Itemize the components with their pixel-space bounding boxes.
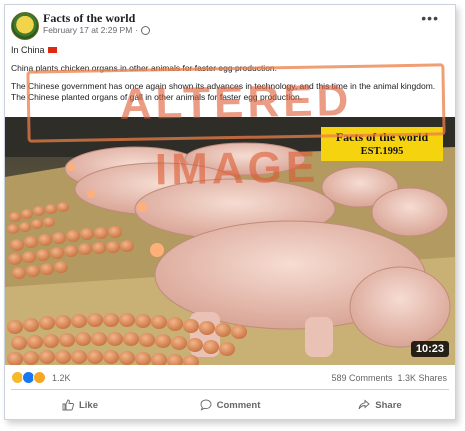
comments-count[interactable]: 589 Comments	[331, 373, 392, 383]
post-caption-title: China plants chicken organs in other ani…	[11, 63, 278, 73]
share-arrow-icon	[358, 399, 370, 410]
post-time-text[interactable]: February 17 at 2:29 PM	[43, 25, 132, 35]
post-timestamp[interactable]: February 17 at 2:29 PM ·	[43, 25, 151, 35]
shares-count[interactable]: 1.3K Shares	[397, 373, 447, 383]
page-avatar[interactable]	[11, 12, 39, 40]
post-caption-body: The Chinese government has once again sh…	[11, 81, 436, 102]
wow-icon	[33, 371, 46, 384]
reactions-summary[interactable]: 1.2K	[11, 371, 71, 384]
thumbs-up-icon	[62, 399, 74, 411]
like-label: Like	[78, 399, 98, 411]
actions-divider	[11, 389, 449, 390]
post-location: In China	[11, 45, 57, 55]
video-thumbnail[interactable]: Facts of the world EST.1995 10:23	[5, 117, 455, 365]
post-actions-bar: Like Comment Share	[5, 393, 455, 417]
separator-dot: ·	[135, 25, 139, 35]
video-duration: 10:23	[410, 341, 449, 357]
location-text: In China	[11, 45, 45, 55]
china-flag-icon	[47, 47, 57, 53]
engagement-stats: 589 Comments 1.3K Shares	[331, 373, 447, 383]
brand-est: EST.1995	[360, 146, 404, 157]
channel-brand-badge: Facts of the world EST.1995	[321, 127, 443, 161]
comment-bubble-icon	[200, 399, 212, 411]
facebook-post-card: Facts of the world February 17 at 2:29 P…	[4, 4, 456, 420]
brand-name: Facts of the world	[335, 130, 429, 144]
more-options-icon[interactable]: •••	[421, 11, 439, 25]
page-name[interactable]: Facts of the world	[43, 11, 135, 26]
globe-icon	[141, 25, 151, 35]
comment-label: Comment	[216, 399, 261, 411]
reaction-count[interactable]: 1.2K	[52, 373, 71, 383]
like-button[interactable]: Like	[5, 393, 155, 417]
share-label: Share	[375, 399, 402, 411]
share-button[interactable]: Share	[305, 393, 455, 417]
comment-button[interactable]: Comment	[155, 393, 305, 417]
